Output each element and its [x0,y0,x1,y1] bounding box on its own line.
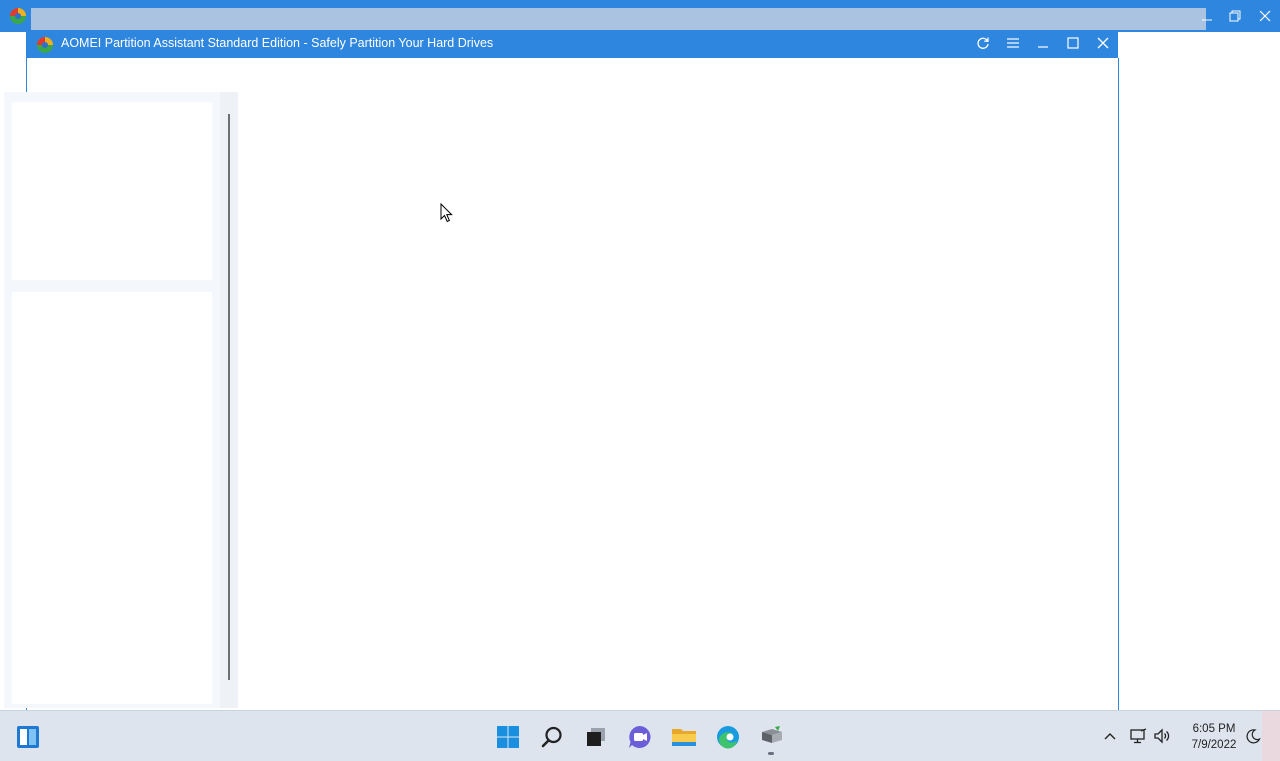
restore-icon [1229,10,1241,22]
aomei-app-icon [37,37,53,53]
app-window-right-border [1118,58,1119,710]
clock-date: 7/9/2022 [1191,739,1237,751]
aomei-app-icon [10,8,26,24]
mouse-cursor-icon [440,203,453,223]
main-content-area [238,58,1118,710]
start-button[interactable] [494,723,522,751]
outer-minimize-button[interactable] [1192,0,1222,32]
task-view-button[interactable] [582,723,610,751]
app-close-button[interactable] [1088,32,1118,54]
maximize-icon [1067,37,1079,49]
sidebar-bottom-panel [12,292,212,704]
aomei-taskbar-button[interactable] [758,723,786,755]
network-icon [1130,728,1147,744]
search-icon [541,726,562,748]
refresh-button[interactable] [968,32,998,54]
network-button[interactable] [1129,727,1147,745]
outer-window-title [31,8,1206,30]
refresh-icon [977,37,989,49]
edge-browser-icon [717,726,739,749]
taskbar-clock[interactable]: 6:05 PM 7/9/2022 [1180,721,1248,753]
sidebar-top-panel [12,102,212,280]
widgets-button[interactable] [14,723,42,751]
clock-time: 6:05 PM [1192,723,1236,735]
taskbar: 6:05 PM 7/9/2022 [0,710,1280,761]
file-explorer-button[interactable] [670,723,698,751]
app-minimize-button[interactable] [1028,32,1058,54]
outer-window-titlebar[interactable] [0,0,1280,32]
hamburger-menu-icon [1007,38,1019,48]
minimize-icon [1038,46,1048,48]
aomei-app-icon [762,726,782,743]
windows-start-icon [497,726,519,748]
focus-assist-moon-icon [1246,729,1261,744]
search-button[interactable] [538,723,566,751]
outer-close-button[interactable] [1250,0,1280,32]
running-indicator [768,752,774,755]
left-sidebar [4,92,238,708]
app-maximize-button[interactable] [1058,32,1088,54]
chat-button[interactable] [626,723,654,751]
show-desktop-corner[interactable] [1262,711,1280,761]
focus-assist-button[interactable] [1244,727,1262,745]
volume-button[interactable] [1153,727,1171,745]
chevron-up-icon [1104,733,1116,740]
minimize-icon [1202,19,1212,21]
close-icon [1097,37,1109,49]
app-title: AOMEI Partition Assistant Standard Editi… [61,36,494,50]
main-menu-button[interactable] [998,32,1028,54]
show-hidden-icons-button[interactable] [1101,727,1119,745]
sidebar-scrollbar-thumb[interactable] [228,114,230,680]
outer-restore-button[interactable] [1220,0,1250,32]
folder-icon [672,729,696,746]
chat-icon [629,726,651,748]
task-view-icon [587,728,605,746]
edge-browser-button[interactable] [714,723,742,751]
app-titlebar[interactable]: AOMEI Partition Assistant Standard Editi… [27,32,1118,58]
widgets-icon [17,726,39,748]
close-icon [1259,10,1271,22]
volume-icon [1154,728,1170,744]
